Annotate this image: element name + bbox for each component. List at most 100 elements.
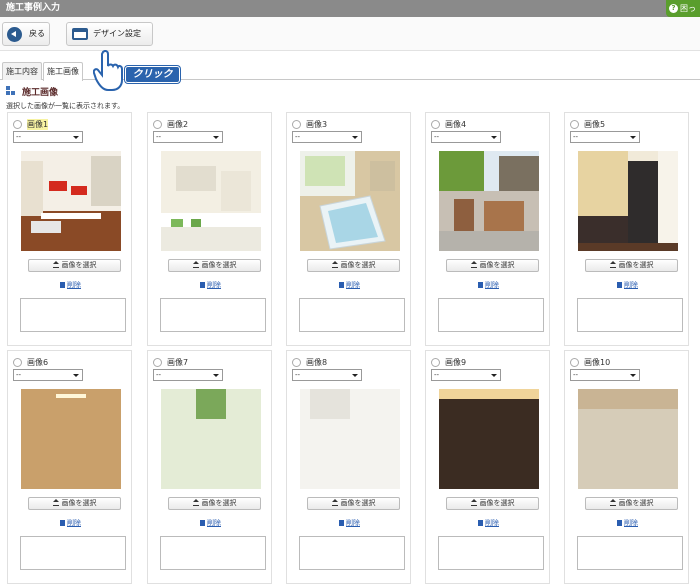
delete-link[interactable]: 削除 <box>148 280 273 290</box>
caption-textarea[interactable] <box>20 298 126 332</box>
image-select[interactable]: -- <box>292 369 362 381</box>
delete-link[interactable]: 削除 <box>565 280 690 290</box>
select-image-label: 画像を選択 <box>618 499 654 507</box>
upload-icon <box>52 499 59 506</box>
caption-textarea[interactable] <box>160 298 266 332</box>
image-thumbnail <box>578 389 678 489</box>
image-card: 画像3 -- 画像を選択 削除 <box>286 112 411 346</box>
upload-icon <box>192 261 199 268</box>
image-select[interactable]: -- <box>13 369 83 381</box>
select-image-label: 画像を選択 <box>201 261 237 269</box>
delete-link[interactable]: 削除 <box>8 280 133 290</box>
delete-label: 削除 <box>207 281 221 289</box>
image-select[interactable]: -- <box>431 369 501 381</box>
select-image-button[interactable]: 画像を選択 <box>585 259 678 272</box>
delete-link[interactable]: 削除 <box>287 518 412 528</box>
delete-link[interactable]: 削除 <box>148 518 273 528</box>
select-image-label: 画像を選択 <box>201 499 237 507</box>
caption-textarea[interactable] <box>577 536 683 570</box>
trash-icon <box>339 520 344 526</box>
image-label: 画像10 <box>584 358 611 367</box>
section-description: 選択した画像が一覧に表示されます。 <box>6 102 125 110</box>
select-image-button[interactable]: 画像を選択 <box>307 259 400 272</box>
image-select[interactable]: -- <box>431 131 501 143</box>
back-arrow-icon <box>7 27 22 42</box>
image-card: 画像6 -- 画像を選択削除 <box>7 350 132 584</box>
delete-label: 削除 <box>624 519 638 527</box>
image-radio[interactable] <box>13 358 22 367</box>
image-radio[interactable] <box>13 120 22 129</box>
grid-icon <box>6 86 16 96</box>
delete-label: 削除 <box>207 519 221 527</box>
image-select[interactable]: -- <box>13 131 83 143</box>
image-card: 画像10 -- 画像を選択削除 <box>564 350 689 584</box>
delete-link[interactable]: 削除 <box>426 518 551 528</box>
section-title-text: 施工画像 <box>22 88 59 98</box>
upload-icon <box>52 261 59 268</box>
image-radio[interactable] <box>153 358 162 367</box>
trash-icon <box>60 282 65 288</box>
upload-icon <box>609 261 616 268</box>
design-settings-button[interactable]: デザイン設定 <box>66 22 153 46</box>
caption-textarea[interactable] <box>577 298 683 332</box>
back-button[interactable]: 戻る <box>2 22 50 46</box>
window-title: 施工事例入力 <box>0 0 700 17</box>
caption-textarea[interactable] <box>438 536 544 570</box>
image-radio[interactable] <box>153 120 162 129</box>
select-image-button[interactable]: 画像を選択 <box>28 497 121 510</box>
help-button[interactable]: ? 困っ <box>666 0 700 17</box>
tab-construction-content[interactable]: 施工内容 <box>2 62 42 80</box>
select-image-button[interactable]: 画像を選択 <box>28 259 121 272</box>
tab-construction-images[interactable]: 施工画像 <box>43 62 83 81</box>
image-select[interactable]: -- <box>292 131 362 143</box>
upload-icon <box>331 261 338 268</box>
image-select[interactable]: -- <box>153 131 223 143</box>
select-image-button[interactable]: 画像を選択 <box>446 497 539 510</box>
image-card: 画像2 -- 画像を選択 削除 <box>147 112 272 346</box>
select-image-label: 画像を選択 <box>340 499 376 507</box>
image-label: 画像9 <box>445 358 467 367</box>
image-card: 画像4 -- 画像を選択削除 <box>425 112 550 346</box>
caption-textarea[interactable] <box>299 536 405 570</box>
help-icon: ? <box>669 4 678 13</box>
delete-label: 削除 <box>67 519 81 527</box>
image-card: 画像5 -- 画像を選択 削除 <box>564 112 689 346</box>
delete-link[interactable]: 削除 <box>426 280 551 290</box>
select-image-button[interactable]: 画像を選択 <box>307 497 400 510</box>
image-thumbnail <box>439 389 539 489</box>
caption-textarea[interactable] <box>438 298 544 332</box>
caption-textarea[interactable] <box>160 536 266 570</box>
delete-link[interactable]: 削除 <box>8 518 133 528</box>
image-card: 画像9 -- 画像を選択削除 <box>425 350 550 584</box>
image-radio[interactable] <box>292 120 301 129</box>
delete-link[interactable]: 削除 <box>287 280 412 290</box>
image-thumbnail <box>578 151 678 251</box>
delete-label: 削除 <box>67 281 81 289</box>
image-radio[interactable] <box>431 120 440 129</box>
select-image-label: 画像を選択 <box>61 499 97 507</box>
select-image-button[interactable]: 画像を選択 <box>168 497 261 510</box>
delete-label: 削除 <box>485 519 499 527</box>
trash-icon <box>200 282 205 288</box>
select-image-button[interactable]: 画像を選択 <box>585 497 678 510</box>
delete-link[interactable]: 削除 <box>565 518 690 528</box>
image-thumbnail <box>21 151 121 251</box>
image-label: 画像8 <box>306 358 328 367</box>
image-radio[interactable] <box>570 120 579 129</box>
caption-textarea[interactable] <box>20 536 126 570</box>
select-image-button[interactable]: 画像を選択 <box>168 259 261 272</box>
image-card: 画像8 -- 画像を選択削除 <box>286 350 411 584</box>
image-radio[interactable] <box>570 358 579 367</box>
caption-textarea[interactable] <box>299 298 405 332</box>
trash-icon <box>617 520 622 526</box>
image-radio[interactable] <box>431 358 440 367</box>
image-select[interactable]: -- <box>570 131 640 143</box>
image-select[interactable]: -- <box>570 369 640 381</box>
image-card: 画像1 -- 画像を選択 削除 <box>7 112 132 346</box>
image-label: 画像4 <box>445 120 467 129</box>
image-select[interactable]: -- <box>153 369 223 381</box>
select-image-button[interactable]: 画像を選択 <box>446 259 539 272</box>
image-thumbnail <box>161 151 261 251</box>
image-label: 画像6 <box>27 358 49 367</box>
image-radio[interactable] <box>292 358 301 367</box>
